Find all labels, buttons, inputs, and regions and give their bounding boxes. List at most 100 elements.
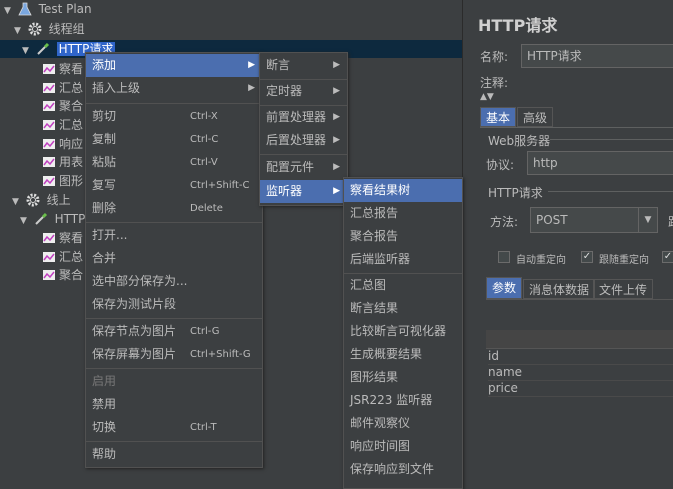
menu-item-response-time-graph[interactable]: 响应时间图 — [344, 435, 462, 458]
tree-node-listener[interactable]: 图形 — [42, 172, 83, 190]
graph-icon — [42, 81, 56, 95]
menu-item-disable[interactable]: 禁用 — [86, 393, 262, 416]
name-field[interactable]: HTTP请求 — [521, 44, 673, 68]
http-request-panel: HTTP请求 名称: HTTP请求 注释: ▲▼ 基本 高级 Web服务器 协议… — [472, 0, 673, 487]
divider — [480, 127, 673, 128]
tree-node-listener[interactable]: 察看 — [42, 229, 83, 247]
method-value: POST — [536, 213, 568, 227]
menu-item-insert-parent[interactable]: 插入上级 ▶ — [86, 77, 262, 100]
expand-arrow-icon[interactable]: ▼ — [4, 2, 14, 20]
menu-separator — [260, 154, 347, 155]
graph-icon — [42, 118, 56, 132]
menu-item-open[interactable]: 打开... — [86, 224, 262, 247]
menu-item-generate-summary-results[interactable]: 生成概要结果 — [344, 343, 462, 366]
protocol-label: 协议: — [486, 158, 515, 172]
menu-item-toggle[interactable]: 切换 Ctrl-T — [86, 416, 262, 439]
tab-basic[interactable]: 基本 — [480, 107, 517, 127]
tree-label: 汇总 — [59, 118, 84, 132]
tree-label: 响应 — [59, 137, 84, 151]
tree-node-http-request-2[interactable]: ▼ HTTP — [20, 210, 85, 228]
panel-title: HTTP请求 — [478, 16, 558, 35]
menu-item-comparison-assertion-visualizer[interactable]: 比较断言可视化器 — [344, 320, 462, 343]
menu-item-aggregate-graph[interactable]: 汇总图 — [344, 274, 462, 297]
tree-node-listener[interactable]: 用表 — [42, 153, 83, 171]
protocol-field[interactable]: http — [527, 151, 673, 175]
auto-redirect-label: 自动重定向 — [516, 255, 566, 266]
menu-item-assertion-results[interactable]: 断言结果 — [344, 297, 462, 320]
tree-node-test-plan[interactable]: ▼ Test Plan — [4, 0, 92, 18]
auto-redirect-checkbox[interactable] — [498, 251, 510, 263]
chevron-right-icon: ▶ — [333, 135, 340, 145]
menu-item-config-elements[interactable]: 配置元件 ▶ — [260, 156, 347, 179]
menu-item-view-results-tree[interactable]: 察看结果树 — [344, 179, 462, 202]
tree-label: 察看 — [59, 62, 84, 76]
menu-item-backend-listener[interactable]: 后端监听器 — [344, 248, 462, 271]
menu-item-paste[interactable]: 粘贴 Ctrl-V — [86, 151, 262, 174]
menu-item-aggregate-report[interactable]: 聚合报告 — [344, 225, 462, 248]
tree-label: 图形 — [59, 174, 84, 188]
menu-item-copy[interactable]: 复制 Ctrl-C — [86, 128, 262, 151]
menu-item-mailer-visualizer[interactable]: 邮件观察仪 — [344, 412, 462, 435]
expand-arrow-icon[interactable]: ▼ — [20, 212, 30, 230]
keepalive-checkbox[interactable]: ✓ — [662, 251, 673, 263]
comment-field[interactable] — [521, 71, 673, 93]
collapse-arrows-icon[interactable]: ▲▼ — [480, 92, 494, 102]
table-row[interactable]: name — [488, 364, 673, 381]
menu-item-save-screen-image[interactable]: 保存屏幕为图片 Ctrl+Shift-G — [86, 343, 262, 366]
menu-separator — [86, 103, 262, 104]
chevron-right-icon: ▶ — [333, 162, 340, 172]
add-submenu: 断言 ▶ 定时器 ▶ 前置处理器 ▶ 后置处理器 ▶ 配置元件 ▶ 监听器 ▶ — [259, 52, 348, 206]
tree-label: 线程组 — [48, 22, 85, 36]
menu-item-help[interactable]: 帮助 — [86, 443, 262, 466]
table-row[interactable]: id — [488, 348, 673, 365]
tab-files-upload[interactable]: 文件上传 — [593, 279, 654, 299]
menu-item-summary-report[interactable]: 汇总报告 — [344, 202, 462, 225]
table-header — [486, 330, 673, 349]
menu-item-add[interactable]: 添加 ▶ — [86, 54, 262, 77]
table-row[interactable]: price — [488, 380, 673, 397]
menu-item-post-processors[interactable]: 后置处理器 ▶ — [260, 129, 347, 152]
tree-node-listener[interactable]: 察看 — [42, 60, 83, 78]
gear-icon — [26, 193, 40, 207]
menu-item-save-selection-as[interactable]: 选中部分保存为... — [86, 270, 262, 293]
listener-submenu: 察看结果树 汇总报告 聚合报告 后端监听器 汇总图 断言结果 比较断言可视化器 … — [343, 177, 463, 489]
menu-item-save-as-test-fragment[interactable]: 保存为测试片段 — [86, 293, 262, 316]
tree-node-listener[interactable]: 汇总 — [42, 116, 83, 134]
menu-item-timers[interactable]: 定时器 ▶ — [260, 80, 347, 103]
chevron-right-icon: ▶ — [333, 112, 340, 122]
menu-item-cut[interactable]: 剪切 Ctrl-X — [86, 105, 262, 128]
chevron-right-icon: ▶ — [333, 86, 340, 96]
chevron-down-icon[interactable]: ▼ — [638, 208, 657, 232]
tree-label: HTTP — [54, 212, 86, 226]
menu-separator — [86, 441, 262, 442]
menu-item-enable: 启用 — [92, 374, 117, 388]
tab-body-data[interactable]: 消息体数据 — [523, 279, 596, 299]
expand-arrow-icon[interactable]: ▼ — [22, 42, 32, 60]
follow-redirect-checkbox[interactable]: ✓ — [581, 251, 593, 263]
menu-item-assertions[interactable]: 断言 ▶ — [260, 54, 347, 77]
menu-item-duplicate[interactable]: 复写 Ctrl+Shift-C — [86, 174, 262, 197]
menu-item-delete[interactable]: 删除 Delete — [86, 197, 262, 220]
menu-item-pre-processors[interactable]: 前置处理器 ▶ — [260, 106, 347, 129]
flask-icon — [18, 2, 32, 16]
expand-arrow-icon[interactable]: ▼ — [14, 22, 24, 40]
tree-node-listener[interactable]: 聚合 — [42, 266, 83, 284]
tree-node-listener[interactable]: 响应 — [42, 135, 83, 153]
tree-node-listener[interactable]: 汇总 — [42, 79, 83, 97]
menu-item-save-responses-to-file[interactable]: 保存响应到文件 — [344, 458, 462, 481]
tree-node-thread-group[interactable]: ▼ 线程组 — [14, 20, 85, 38]
menu-item-listeners[interactable]: 监听器 ▶ — [260, 180, 347, 203]
menu-item-jsr223-listener[interactable]: JSR223 监听器 — [344, 389, 462, 412]
graph-icon — [42, 174, 56, 188]
tab-advanced[interactable]: 高级 — [517, 107, 554, 127]
method-select[interactable]: POST ▼ — [530, 207, 658, 233]
tree-node-listener[interactable]: 聚合 — [42, 97, 83, 115]
menu-item-save-node-image[interactable]: 保存节点为图片 Ctrl-G — [86, 320, 262, 343]
tab-parameters[interactable]: 参数 — [486, 277, 523, 299]
tree-node-listener[interactable]: 汇总 — [42, 248, 83, 266]
menu-item-graph-results[interactable]: 图形结果 — [344, 366, 462, 389]
tree-node-thread-group-online[interactable]: ▼ 线上 — [12, 191, 71, 209]
menu-item-merge[interactable]: 合并 — [86, 247, 262, 270]
expand-arrow-icon[interactable]: ▼ — [12, 193, 22, 211]
tree-label: 线上 — [46, 193, 71, 207]
